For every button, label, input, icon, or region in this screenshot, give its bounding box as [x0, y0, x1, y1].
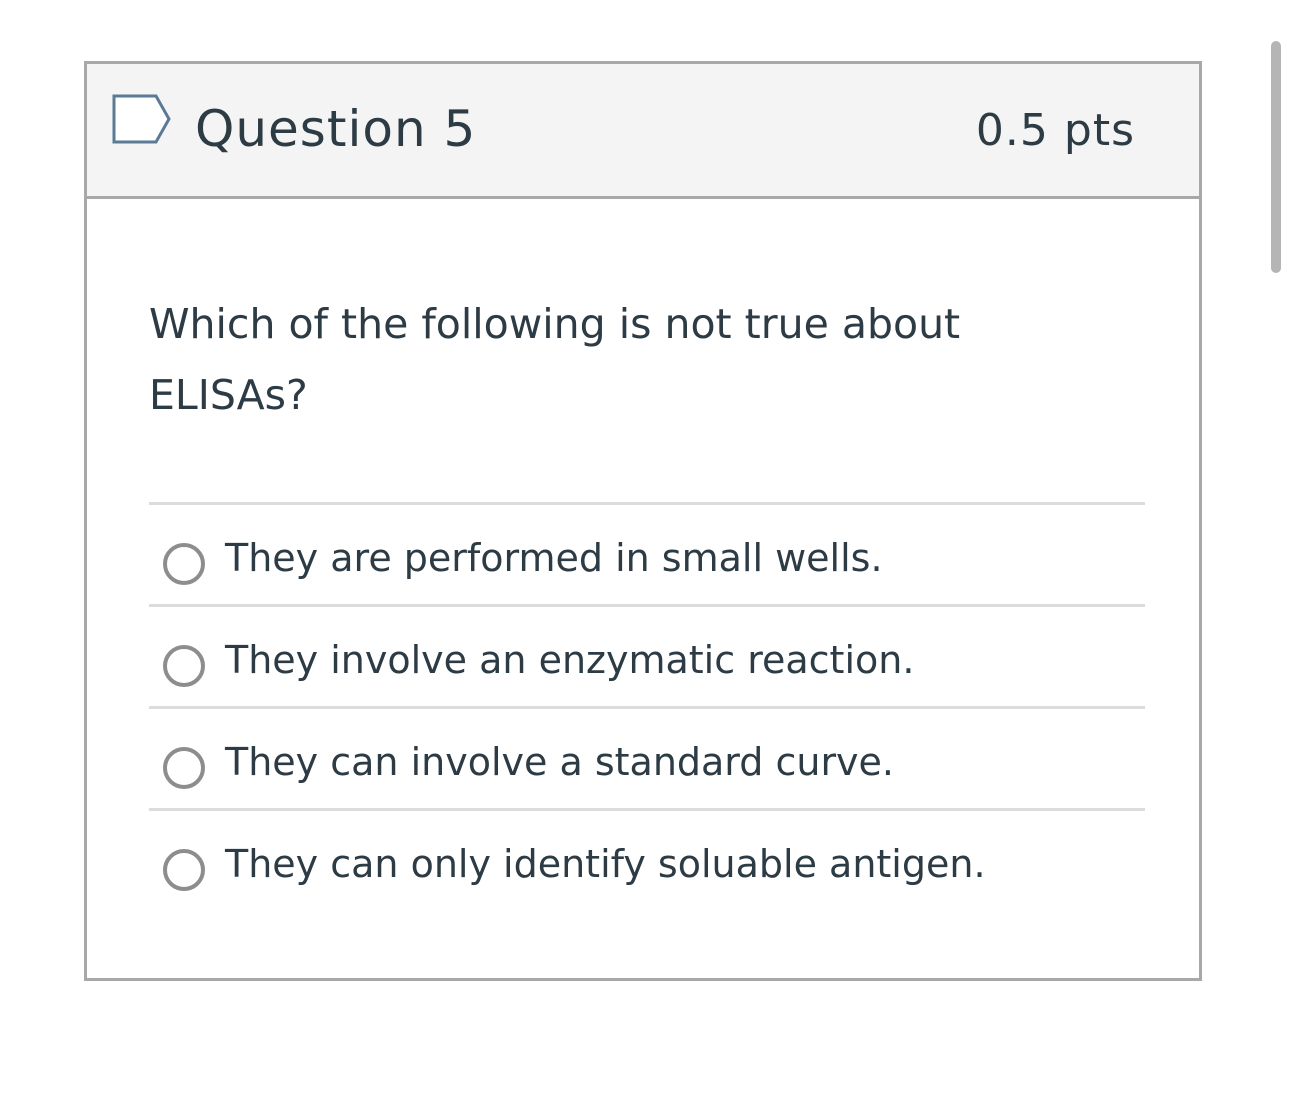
question-card: Question 5 0.5 pts Which of the followin…: [84, 61, 1202, 981]
radio-button[interactable]: [163, 645, 205, 687]
quiz-page: Question 5 0.5 pts Which of the followin…: [0, 0, 1290, 1093]
answer-option[interactable]: They can involve a standard curve.: [149, 706, 1145, 808]
answer-option[interactable]: They are performed in small wells.: [149, 502, 1145, 604]
answer-label: They can only identify soluable antigen.: [225, 842, 986, 886]
radio-button[interactable]: [163, 543, 205, 585]
radio-button[interactable]: [163, 849, 205, 891]
answer-label: They can involve a standard curve.: [225, 740, 895, 784]
answer-list: They are performed in small wells. They …: [149, 502, 1145, 910]
answer-option[interactable]: They involve an enzymatic reaction.: [149, 604, 1145, 706]
answer-label: They involve an enzymatic reaction.: [225, 638, 915, 682]
question-header: Question 5 0.5 pts: [87, 64, 1199, 199]
question-title: Question 5: [195, 100, 477, 158]
question-points: 0.5 pts: [975, 105, 1135, 156]
radio-button[interactable]: [163, 747, 205, 789]
answer-option[interactable]: They can only identify soluable antigen.: [149, 808, 1145, 910]
answer-label: They are performed in small wells.: [225, 536, 883, 580]
vertical-scrollbar[interactable]: [1271, 41, 1281, 273]
question-text: Which of the following is not true about…: [149, 300, 961, 419]
flag-outline-icon[interactable]: [111, 93, 173, 145]
